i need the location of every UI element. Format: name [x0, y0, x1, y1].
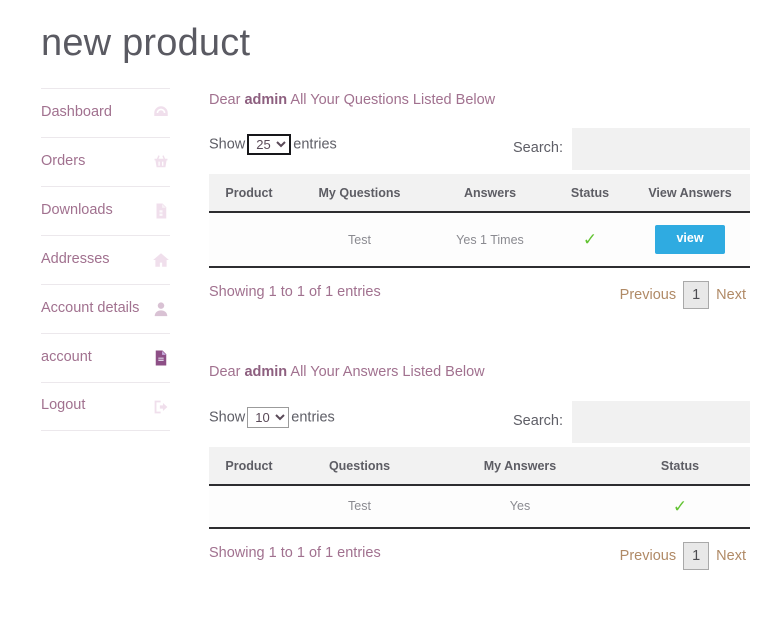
answers-pagination: Previous 1 Next	[616, 541, 750, 570]
pagination-previous-button[interactable]: Previous	[616, 542, 680, 570]
answers-table-info: Showing 1 to 1 of 1 entries	[209, 544, 381, 561]
greeting-suffix: All Your Questions Listed Below	[287, 92, 496, 108]
sidebar-item-label: Logout	[41, 397, 86, 414]
document-icon	[152, 349, 170, 367]
cell-my-answer: Yes	[430, 484, 610, 529]
answers-filter: Search:	[459, 400, 750, 443]
cell-view-answers: view	[630, 212, 750, 269]
page-title: new product	[41, 22, 251, 64]
table-header-row: Product My Questions Answers Status View…	[209, 174, 750, 214]
sidebar-item-label: Orders	[41, 152, 86, 169]
status-check-icon: ✓	[672, 496, 688, 516]
column-header-questions: Questions	[289, 446, 430, 486]
sidebar-item-label: Addresses	[41, 250, 110, 267]
sidebar-item-logout[interactable]: Logout	[41, 382, 170, 431]
home-icon	[152, 251, 170, 269]
show-label: Show	[209, 408, 246, 425]
show-label: Show	[209, 136, 246, 153]
answers-greeting: Dear admin All Your Answers Listed Below	[209, 364, 750, 381]
cell-question: Test	[289, 484, 430, 529]
cell-status: ✓	[610, 484, 750, 529]
questions-table: Product My Questions Answers Status View…	[209, 174, 750, 269]
answers-search-input[interactable]	[572, 400, 750, 443]
greeting-prefix: Dear	[209, 92, 245, 108]
status-check-icon: ✓	[582, 230, 598, 250]
answers-table: Product Questions My Answers Status Test…	[209, 446, 750, 529]
column-header-status: Status	[610, 446, 750, 486]
sidebar-item-dashboard[interactable]: Dashboard	[41, 88, 170, 137]
dashboard-icon	[152, 104, 170, 122]
sidebar-item-downloads[interactable]: Downloads	[41, 186, 170, 235]
pagination-next-button[interactable]: Next	[712, 542, 750, 570]
sidebar-item-label: account	[41, 348, 92, 365]
column-header-view-answers: View Answers	[630, 174, 750, 214]
greeting-prefix: Dear	[209, 364, 245, 381]
questions-section: Dear admin All Your Questions Listed Bel…	[209, 92, 750, 321]
sidebar-item-account-details[interactable]: Account details	[41, 284, 170, 333]
view-answers-button[interactable]: view	[655, 225, 725, 255]
search-label: Search:	[513, 140, 563, 157]
pagination-previous-button[interactable]: Previous	[616, 281, 680, 309]
logout-icon	[152, 398, 170, 416]
questions-greeting: Dear admin All Your Questions Listed Bel…	[209, 92, 750, 109]
entries-label: entries	[293, 136, 337, 153]
sidebar-item-label: Dashboard	[41, 103, 112, 120]
answers-section: Dear admin All Your Answers Listed Below…	[209, 364, 750, 581]
column-header-my-questions: My Questions	[289, 174, 430, 214]
sidebar-item-label: Downloads	[41, 201, 113, 218]
user-icon	[152, 300, 170, 318]
questions-pagination: Previous 1 Next	[616, 281, 750, 310]
column-header-my-answers: My Answers	[430, 446, 610, 486]
greeting-username: admin	[244, 92, 288, 108]
table-row: Test Yes 1 Times ✓ view	[209, 212, 750, 269]
cell-product	[209, 212, 289, 269]
pagination-page-1-button[interactable]: 1	[683, 281, 710, 310]
table-header-row: Product Questions My Answers Status	[209, 446, 750, 486]
pagination-next-button[interactable]: Next	[712, 281, 750, 309]
main-content: Dear admin All Your Questions Listed Bel…	[209, 92, 750, 582]
column-header-status: Status	[550, 174, 630, 214]
cell-my-question: Test	[289, 212, 430, 269]
greeting-suffix: All Your Answers Listed Below	[287, 364, 485, 381]
answers-length-control: Show 10 entries	[209, 406, 335, 428]
cell-answers: Yes 1 Times	[430, 212, 550, 269]
sidebar-item-label: Account details	[41, 299, 140, 316]
column-header-product: Product	[209, 174, 289, 214]
sidebar-item-orders[interactable]: Orders	[41, 137, 170, 186]
questions-filter: Search:	[459, 128, 750, 171]
questions-length-select[interactable]: 25	[247, 134, 292, 156]
search-label: Search:	[513, 412, 563, 429]
questions-table-footer: Showing 1 to 1 of 1 entries Previous 1 N…	[209, 281, 750, 321]
basket-icon	[152, 153, 170, 171]
pagination-page-1-button[interactable]: 1	[683, 541, 710, 570]
entries-label: entries	[291, 408, 335, 425]
cell-status: ✓	[550, 212, 630, 269]
account-sidebar-nav: Dashboard Orders Downloads Addresses Acc…	[41, 88, 170, 431]
answers-table-footer: Showing 1 to 1 of 1 entries Previous 1 N…	[209, 541, 750, 582]
questions-length-control: Show 25 entries	[209, 134, 337, 156]
questions-table-info: Showing 1 to 1 of 1 entries	[209, 284, 381, 301]
questions-table-controls: Show 25 entries Search:	[209, 128, 750, 174]
column-header-answers: Answers	[430, 174, 550, 214]
answers-table-controls: Show 10 entries Search:	[209, 400, 750, 447]
download-file-icon	[152, 202, 170, 220]
questions-search-input[interactable]	[572, 128, 750, 171]
cell-product	[209, 484, 289, 529]
sidebar-item-account[interactable]: account	[41, 333, 170, 382]
table-row: Test Yes ✓	[209, 484, 750, 529]
column-header-product: Product	[209, 446, 289, 486]
greeting-username: admin	[244, 364, 288, 381]
sidebar-item-addresses[interactable]: Addresses	[41, 235, 170, 284]
answers-length-select[interactable]: 10	[247, 406, 290, 428]
